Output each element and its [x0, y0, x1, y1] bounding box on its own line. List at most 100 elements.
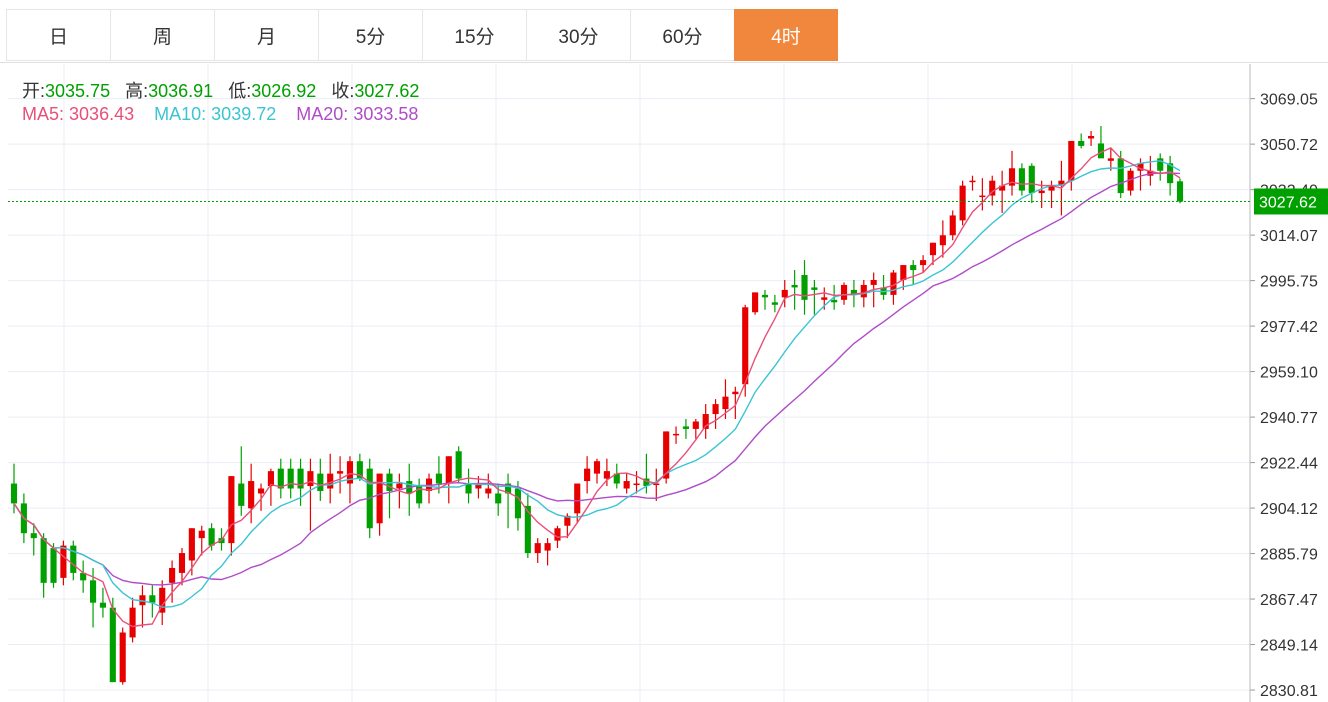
candle-down [1117, 158, 1124, 194]
candle-down [1018, 168, 1025, 191]
y-tick-label: 2995.75 [1260, 274, 1318, 291]
candle-up [188, 528, 195, 561]
candle-down [317, 473, 324, 491]
candle-up [900, 265, 907, 280]
ma5-value: 3036.43 [69, 104, 135, 124]
candle-down [1028, 165, 1035, 194]
candle-up [198, 530, 205, 539]
candle-up [307, 471, 314, 487]
candle-up [920, 260, 927, 266]
candle-down [50, 548, 57, 583]
low-label: 低: [228, 81, 252, 101]
candle-up [959, 185, 966, 221]
y-tick-label: 2922.44 [1260, 456, 1318, 473]
candle-up [949, 215, 956, 236]
candle-down [208, 528, 215, 546]
candle-up [257, 488, 265, 494]
ma-readout: MA5: 3036.43 MA10: 3039.72 MA20: 3033.58 [22, 104, 418, 125]
candle-up [672, 433, 680, 436]
ma20-value: 3033.58 [353, 104, 419, 124]
candle-down [910, 265, 917, 271]
open-value: 3035.75 [45, 81, 111, 101]
candle-down [40, 538, 47, 583]
y-tick-label: 2885.79 [1260, 547, 1318, 564]
y-tick-label: 3050.72 [1260, 137, 1318, 154]
y-tick-label: 2959.10 [1260, 365, 1318, 382]
candle-down [682, 426, 689, 429]
candle-down [10, 483, 18, 504]
close-label: 收: [331, 81, 355, 101]
candle-down [761, 294, 769, 298]
y-tick-label: 2830.81 [1260, 683, 1318, 700]
candle-up [603, 471, 610, 479]
candle-down [287, 468, 294, 489]
candle-up [574, 483, 581, 514]
candle-up [633, 483, 640, 486]
candle-up [939, 235, 946, 246]
candle-up [732, 391, 739, 395]
candle-down [514, 488, 522, 519]
low-value: 3026.92 [251, 81, 317, 101]
candle-up [119, 632, 126, 683]
candle-up [821, 297, 828, 300]
ohlc-readout: 开:3035.75 高:3036.91 低:3026.92 收:3027.62 [22, 77, 419, 103]
candle-down [89, 580, 97, 603]
y-tick-label: 2849.14 [1260, 638, 1318, 655]
candle-up [554, 528, 561, 541]
candle-up [1038, 190, 1045, 194]
candle-down [465, 483, 472, 494]
candle-up [969, 180, 976, 183]
candle-up [445, 456, 452, 484]
candle-down [109, 607, 116, 683]
last-price-label: 3027.62 [1259, 194, 1317, 211]
candle-up [593, 461, 601, 474]
y-tick-label: 2977.42 [1260, 319, 1318, 336]
candle-up [337, 471, 344, 474]
candle-down [831, 299, 838, 303]
y-tick-label: 3014.07 [1260, 228, 1318, 245]
candle-up [534, 543, 541, 554]
candle-down [435, 473, 442, 484]
candle-up [623, 481, 630, 489]
candle-up [228, 476, 235, 544]
candle-down [791, 284, 798, 288]
candle-down [70, 545, 77, 573]
candle-down [1176, 181, 1184, 202]
ma10-value: 3039.72 [211, 104, 277, 124]
candle-up [860, 284, 867, 298]
candle-up [752, 292, 759, 313]
candle-up [692, 421, 699, 429]
candle-down [455, 451, 462, 479]
candle-down [99, 602, 106, 608]
candle-up [169, 567, 176, 583]
candle-up [584, 468, 591, 482]
candle-down [238, 483, 245, 506]
candle-up [722, 396, 729, 410]
candle-up [870, 279, 877, 285]
candle-up [1088, 135, 1095, 139]
candle-up [485, 488, 492, 494]
candle-down [771, 302, 778, 305]
close-value: 3027.62 [354, 81, 420, 101]
candle-up [396, 483, 403, 489]
y-tick-label: 3069.05 [1260, 92, 1318, 109]
y-tick-label: 2904.12 [1260, 501, 1318, 518]
candle-up [248, 481, 255, 509]
candle-down [811, 287, 818, 290]
candle-up [129, 607, 136, 638]
ma5-label: MA5: [22, 104, 65, 124]
candle-up [1107, 158, 1114, 161]
candle-down [30, 533, 37, 539]
candle-up [178, 553, 186, 573]
candle-down [1078, 140, 1085, 146]
y-tick-label: 2940.77 [1260, 410, 1318, 427]
candle-up [929, 242, 937, 256]
candle-up [979, 195, 986, 198]
candle-up [60, 545, 67, 578]
candle-up [840, 284, 848, 300]
candle-up [742, 307, 749, 385]
high-label: 高: [125, 81, 149, 101]
open-label: 开: [22, 81, 46, 101]
y-tick-label: 2867.47 [1260, 592, 1318, 609]
candle-up [712, 404, 719, 415]
